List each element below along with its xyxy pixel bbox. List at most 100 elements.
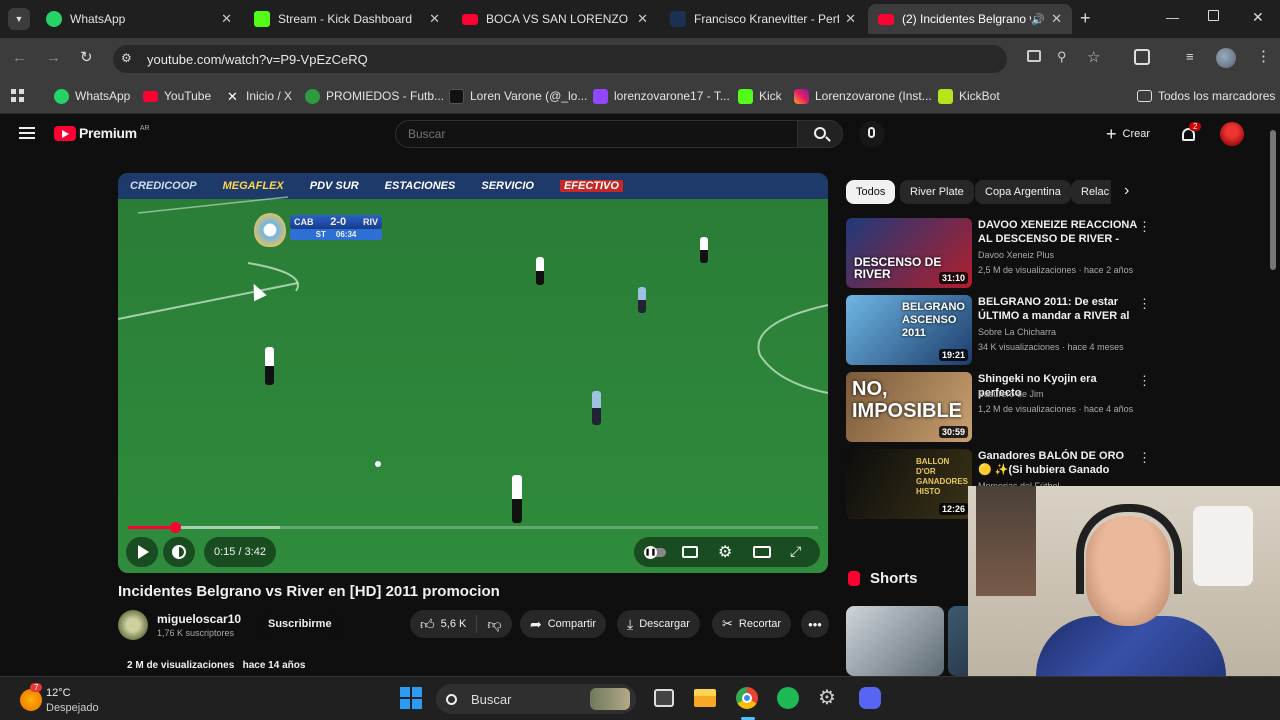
media-controls-icon[interactable]: ≡	[1186, 49, 1194, 64]
chip-river-plate[interactable]: River Plate	[900, 180, 974, 204]
search-button[interactable]	[797, 120, 843, 148]
more-vert-icon[interactable]: ⋮	[1138, 220, 1151, 234]
chip-copa-argentina[interactable]: Copa Argentina	[975, 180, 1071, 204]
reload-icon[interactable]: ↻	[80, 48, 93, 66]
tab-boca-san-lorenzo[interactable]: BOCA VS SAN LORENZO I C ✕	[452, 4, 658, 34]
weather-widget[interactable]: 7 12°C Despejado	[16, 681, 126, 717]
minimize-icon[interactable]: —	[1166, 10, 1179, 25]
tab-kranevitter[interactable]: Francisco Kranevitter - Perfil ✕	[660, 4, 866, 34]
more-vert-icon[interactable]: ⋮	[1138, 374, 1151, 388]
subtitles-icon[interactable]	[682, 546, 698, 558]
player-right-controls: ❚❚ ⚙ ⤢	[634, 537, 820, 567]
site-info-icon[interactable]: ⚙	[121, 51, 137, 67]
close-icon[interactable]: ✕	[221, 11, 232, 27]
notifications-button[interactable]: 2	[1180, 122, 1202, 144]
bookmark-instagram[interactable]: Lorenzovarone (Inst...	[794, 86, 932, 106]
recommended-video[interactable]: BELGRANO ASCENSO 2011 19:21 BELGRANO 201…	[846, 295, 1151, 365]
file-explorer-icon[interactable]	[694, 689, 716, 707]
menu-icon[interactable]: ⋮	[1256, 47, 1271, 65]
spotify-icon[interactable]	[777, 687, 799, 709]
close-window-icon[interactable]: ✕	[1252, 9, 1264, 26]
ad-board: MEGAFLEX	[222, 180, 284, 192]
more-vert-icon[interactable]: ⋮	[1138, 297, 1151, 311]
autoplay-toggle[interactable]: ❚❚	[644, 546, 666, 559]
chip-related[interactable]: Relac	[1071, 180, 1111, 204]
create-button[interactable]: + Crear	[1106, 123, 1150, 145]
like-count: 5,6 K	[440, 618, 467, 630]
profile-avatar[interactable]	[1216, 48, 1236, 68]
close-icon[interactable]: ✕	[1051, 11, 1062, 27]
more-actions-button[interactable]: •••	[801, 610, 829, 638]
bookmark-x[interactable]: ✕ Inicio / X	[225, 86, 292, 106]
all-bookmarks[interactable]: Todos los marcadores	[1137, 86, 1275, 106]
search-input[interactable]	[408, 127, 778, 141]
forward-icon[interactable]: →	[46, 49, 61, 66]
bookmark-youtube[interactable]: YouTube	[143, 86, 211, 106]
bookmark-kick[interactable]: Kick	[738, 86, 782, 106]
bookmark-tiktok[interactable]: Loren Varone (@_lo...	[449, 86, 587, 106]
zoom-icon[interactable]: ⚲	[1057, 49, 1067, 65]
tab-search-button[interactable]: ▼	[8, 8, 30, 30]
volume-button[interactable]	[163, 537, 195, 567]
theater-mode-icon[interactable]	[753, 546, 771, 558]
guide-menu-icon[interactable]	[19, 127, 35, 139]
voice-search-button[interactable]	[859, 121, 885, 147]
subscribe-button[interactable]: Suscribirme	[258, 610, 342, 638]
shorts-label: Shorts	[870, 570, 918, 587]
like-button[interactable]: 👍︎ 5,6 K	[410, 615, 478, 633]
share-button[interactable]: ➦ Compartir	[520, 610, 607, 638]
dislike-button[interactable]: 👎︎	[477, 616, 511, 633]
progress-bar[interactable]	[128, 522, 818, 533]
tab-incidentes-belgrano[interactable]: (2) Incidentes Belgrano v 🔊 ✕	[868, 4, 1072, 34]
search-box[interactable]	[395, 120, 798, 148]
settings-app-icon[interactable]: ⚙	[818, 685, 836, 710]
install-app-icon[interactable]	[1027, 50, 1041, 62]
all-bookmarks-label: Todos los marcadores	[1158, 89, 1276, 103]
channel-avatar[interactable]	[118, 610, 148, 640]
tab-title: (2) Incidentes Belgrano v	[902, 12, 1032, 26]
fullscreen-icon[interactable]: ⤢	[790, 543, 801, 560]
bookmark-promiedos[interactable]: PROMIEDOS - Futb...	[305, 86, 444, 106]
start-button[interactable]	[400, 687, 422, 709]
close-icon[interactable]: ✕	[845, 11, 856, 27]
new-tab-icon[interactable]: +	[1080, 8, 1091, 29]
close-icon[interactable]: ✕	[637, 11, 648, 27]
bookmark-star-icon[interactable]: ☆	[1087, 48, 1100, 66]
discord-icon[interactable]	[859, 687, 881, 709]
speaker-icon[interactable]: 🔊	[1031, 13, 1045, 26]
close-icon[interactable]: ✕	[429, 11, 440, 27]
recommended-video[interactable]: NO, IMPOSIBLE 30:59 Shingeki no Kyojin e…	[846, 372, 1151, 442]
short-thumbnail[interactable]	[948, 606, 970, 676]
tab-kick-dashboard[interactable]: Stream - Kick Dashboard ✕	[244, 4, 450, 34]
maximize-icon[interactable]	[1208, 10, 1219, 21]
clip-button[interactable]: ✂ Recortar	[712, 610, 792, 638]
video-player[interactable]: CREDICOOP MEGAFLEX PDV SUR ESTACIONES SE…	[118, 173, 828, 573]
more-vert-icon[interactable]: ⋮	[1138, 451, 1151, 465]
upload-age: hace 14 años	[242, 660, 306, 671]
back-icon[interactable]: ←	[12, 49, 27, 66]
task-view-icon[interactable]	[654, 689, 674, 707]
recommended-video[interactable]: DESCENSO DE RIVER 31:10 DAVOO XENEIZE RE…	[846, 218, 1151, 288]
bookmark-whatsapp[interactable]: WhatsApp	[54, 86, 130, 106]
play-button[interactable]	[126, 537, 158, 567]
short-thumbnail[interactable]	[846, 606, 944, 676]
address-bar[interactable]: ⚙ youtube.com/watch?v=P9-VpEzCeRQ ⚲ ☆	[113, 45, 1100, 73]
extensions-icon[interactable]	[1134, 49, 1150, 65]
player-figure	[592, 391, 601, 425]
youtube-logo[interactable]: Premium AR	[54, 125, 150, 141]
scoreboard: CAB 2-0 RIV ST 06:34	[254, 213, 384, 247]
account-avatar[interactable]	[1220, 122, 1244, 146]
bookmark-twitch[interactable]: lorenzovarone17 - T...	[593, 86, 730, 106]
page-scrollbar[interactable]	[1270, 130, 1276, 270]
scrubber-handle[interactable]	[169, 522, 181, 533]
bookmark-kickbot[interactable]: KickBot	[938, 86, 1000, 106]
chrome-icon[interactable]	[736, 687, 758, 709]
settings-gear-icon[interactable]: ⚙	[718, 542, 732, 562]
chip-all[interactable]: Todos	[846, 180, 896, 204]
tab-whatsapp[interactable]: WhatsApp ✕	[36, 4, 242, 34]
chips-next-icon[interactable]: ›	[1124, 182, 1129, 200]
taskbar-search[interactable]: Buscar	[436, 684, 636, 714]
download-button[interactable]: ⤓ Descargar	[617, 610, 700, 638]
apps-grid-icon[interactable]	[11, 88, 25, 102]
channel-name[interactable]: migueloscar10	[157, 612, 241, 626]
